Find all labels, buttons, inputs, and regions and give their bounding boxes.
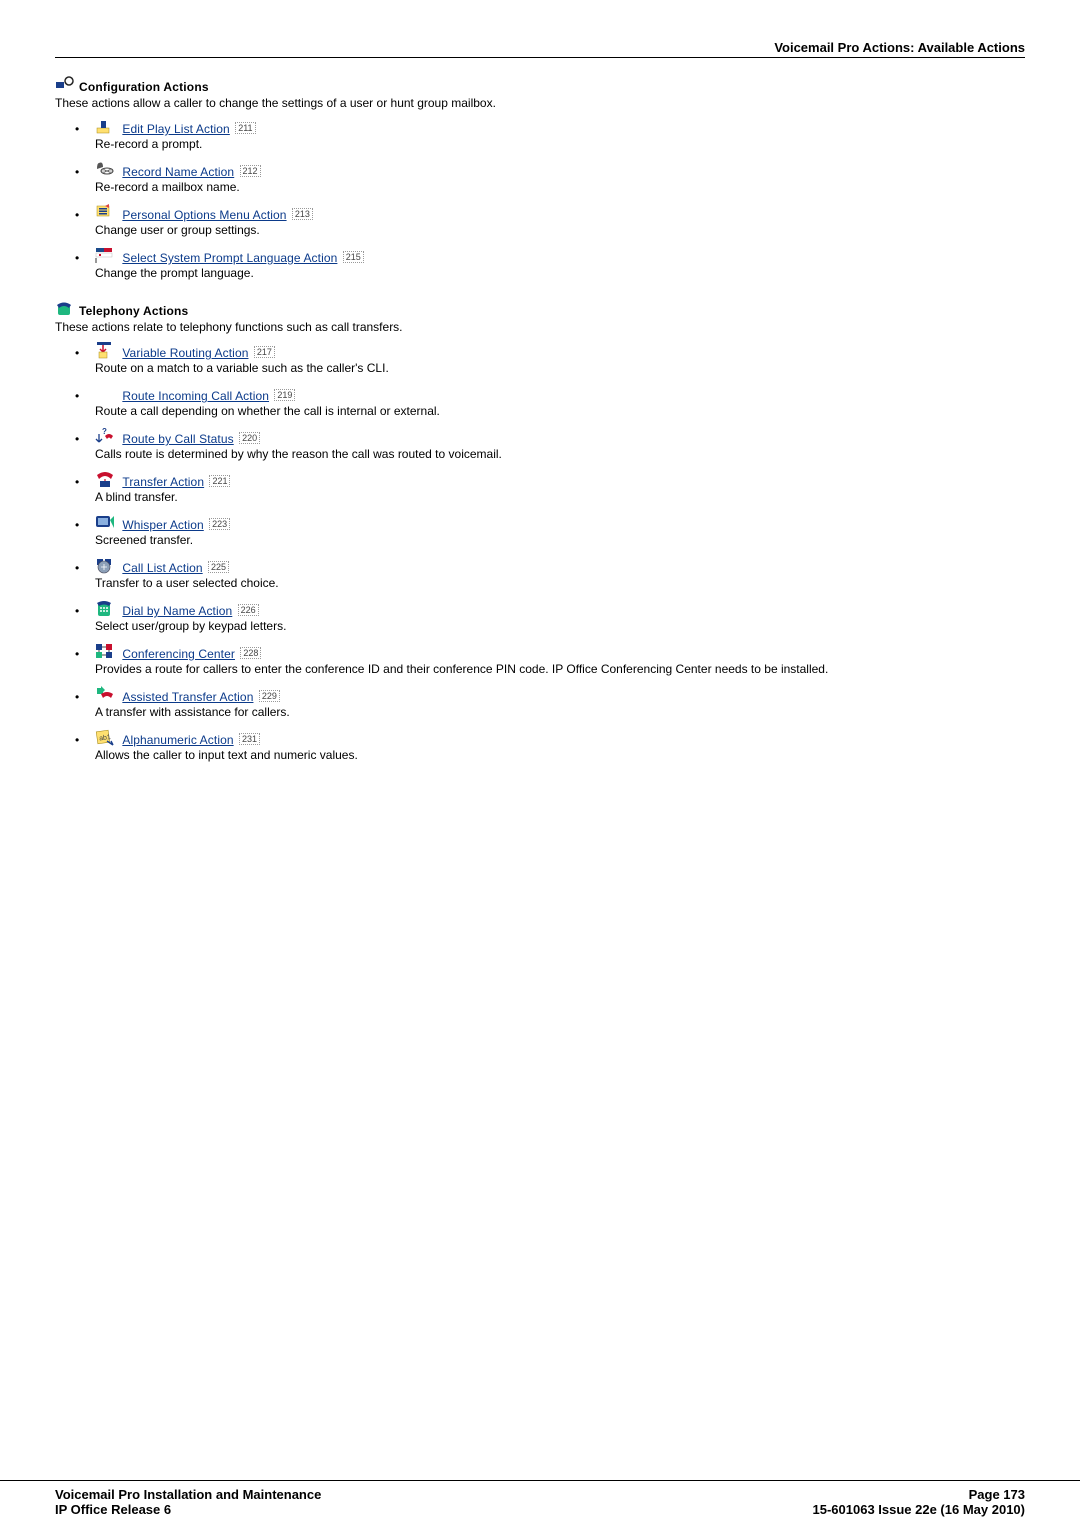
blank-icon bbox=[95, 385, 115, 403]
route-by-status-link[interactable]: Route by Call Status bbox=[122, 432, 233, 446]
select-language-link[interactable]: Select System Prompt Language Action bbox=[122, 251, 337, 265]
list-item: Transfer Action 221 A blind transfer. bbox=[55, 471, 1025, 504]
transfer-link[interactable]: Transfer Action bbox=[122, 475, 204, 489]
flag-icon bbox=[95, 247, 115, 265]
dial-icon bbox=[95, 600, 115, 618]
header-title: Voicemail Pro Actions: Available Actions bbox=[55, 40, 1025, 55]
section-config-actions: Configuration Actions These actions allo… bbox=[55, 76, 1025, 280]
page-ref: 215 bbox=[343, 251, 364, 263]
list-item: Conferencing Center 228 Provides a route… bbox=[55, 643, 1025, 676]
phone-icon bbox=[55, 300, 75, 318]
page-ref: 213 bbox=[292, 208, 313, 220]
item-desc: Route on a match to a variable such as t… bbox=[95, 361, 1025, 375]
variable-routing-link[interactable]: Variable Routing Action bbox=[122, 346, 248, 360]
whisper-link[interactable]: Whisper Action bbox=[122, 518, 203, 532]
svg-text:?: ? bbox=[102, 428, 107, 436]
conference-icon bbox=[95, 643, 115, 661]
page-ref: 231 bbox=[239, 733, 260, 745]
footer-right-2: 15-601063 Issue 22e (16 May 2010) bbox=[813, 1502, 1026, 1517]
list-item: Dial by Name Action 226 Select user/grou… bbox=[55, 600, 1025, 633]
list-item: Variable Routing Action 217 Route on a m… bbox=[55, 342, 1025, 375]
item-desc: Select user/group by keypad letters. bbox=[95, 619, 1025, 633]
list-item: ? Route by Call Status 220 Calls route i… bbox=[55, 428, 1025, 461]
footer-right-1: Page 173 bbox=[969, 1487, 1025, 1502]
assisted-icon bbox=[95, 686, 115, 704]
routing-icon bbox=[95, 342, 115, 360]
assisted-transfer-link[interactable]: Assisted Transfer Action bbox=[122, 690, 253, 704]
personal-options-link[interactable]: Personal Options Menu Action bbox=[122, 208, 286, 222]
item-desc: Calls route is determined by why the rea… bbox=[95, 447, 1025, 461]
page-ref: 228 bbox=[240, 647, 261, 659]
page-header: Voicemail Pro Actions: Available Actions bbox=[55, 40, 1025, 58]
list-item: Call List Action 225 Transfer to a user … bbox=[55, 557, 1025, 590]
page-ref: 220 bbox=[239, 432, 260, 444]
section-telephony-actions: Telephony Actions These actions relate t… bbox=[55, 300, 1025, 762]
status-icon: ? bbox=[95, 428, 115, 446]
edit-play-list-link[interactable]: Edit Play List Action bbox=[122, 122, 230, 136]
page-ref: 219 bbox=[274, 389, 295, 401]
alphanumeric-link[interactable]: Alphanumeric Action bbox=[122, 733, 233, 747]
telephony-intro: These actions relate to telephony functi… bbox=[55, 320, 1025, 334]
list-item: Assisted Transfer Action 229 A transfer … bbox=[55, 686, 1025, 719]
page-ref: 223 bbox=[209, 518, 230, 530]
item-desc: A transfer with assistance for callers. bbox=[95, 705, 1025, 719]
page-ref: 229 bbox=[259, 690, 280, 702]
list-item: Whisper Action 223 Screened transfer. bbox=[55, 514, 1025, 547]
transfer-icon bbox=[95, 471, 115, 489]
footer-left-2: IP Office Release 6 bbox=[55, 1502, 171, 1517]
config-heading: Configuration Actions bbox=[79, 80, 209, 94]
list-item: Route Incoming Call Action 219 Route a c… bbox=[55, 385, 1025, 418]
menu-icon bbox=[95, 204, 115, 222]
footer-left-1: Voicemail Pro Installation and Maintenan… bbox=[55, 1487, 321, 1502]
list-item: Personal Options Menu Action 213 Change … bbox=[55, 204, 1025, 237]
list-item: Record Name Action 212 Re-record a mailb… bbox=[55, 161, 1025, 194]
item-desc: Screened transfer. bbox=[95, 533, 1025, 547]
list-item: Select System Prompt Language Action 215… bbox=[55, 247, 1025, 280]
item-desc: Provides a route for callers to enter th… bbox=[95, 662, 1025, 676]
telephony-actions-list: Variable Routing Action 217 Route on a m… bbox=[55, 342, 1025, 762]
item-desc: Re-record a mailbox name. bbox=[95, 180, 1025, 194]
conferencing-link[interactable]: Conferencing Center bbox=[122, 647, 235, 661]
list-item: ab1 Alphanumeric Action 231 Allows the c… bbox=[55, 729, 1025, 762]
whisper-icon bbox=[95, 514, 115, 532]
config-actions-list: Edit Play List Action 211 Re-record a pr… bbox=[55, 118, 1025, 280]
telephony-heading: Telephony Actions bbox=[79, 304, 188, 318]
call-list-icon bbox=[95, 557, 115, 575]
item-desc: Allows the caller to input text and nume… bbox=[95, 748, 1025, 762]
item-desc: Re-record a prompt. bbox=[95, 137, 1025, 151]
item-desc: Transfer to a user selected choice. bbox=[95, 576, 1025, 590]
item-desc: Route a call depending on whether the ca… bbox=[95, 404, 1025, 418]
list-item: Edit Play List Action 211 Re-record a pr… bbox=[55, 118, 1025, 151]
record-icon bbox=[95, 161, 115, 179]
page-ref: 225 bbox=[208, 561, 229, 573]
gear-icon bbox=[55, 76, 75, 94]
item-desc: A blind transfer. bbox=[95, 490, 1025, 504]
record-name-link[interactable]: Record Name Action bbox=[122, 165, 234, 179]
dial-by-name-link[interactable]: Dial by Name Action bbox=[122, 604, 232, 618]
page-ref: 221 bbox=[209, 475, 230, 487]
alpha-icon: ab1 bbox=[95, 729, 115, 747]
playlist-icon bbox=[95, 118, 115, 136]
page-ref: 211 bbox=[235, 122, 255, 134]
item-desc: Change user or group settings. bbox=[95, 223, 1025, 237]
page-ref: 212 bbox=[240, 165, 261, 177]
config-intro: These actions allow a caller to change t… bbox=[55, 96, 1025, 110]
item-desc: Change the prompt language. bbox=[95, 266, 1025, 280]
call-list-link[interactable]: Call List Action bbox=[122, 561, 202, 575]
page-ref: 226 bbox=[238, 604, 259, 616]
page-footer: Voicemail Pro Installation and Maintenan… bbox=[0, 1480, 1080, 1527]
route-incoming-link[interactable]: Route Incoming Call Action bbox=[122, 389, 269, 403]
page-ref: 217 bbox=[254, 346, 275, 358]
